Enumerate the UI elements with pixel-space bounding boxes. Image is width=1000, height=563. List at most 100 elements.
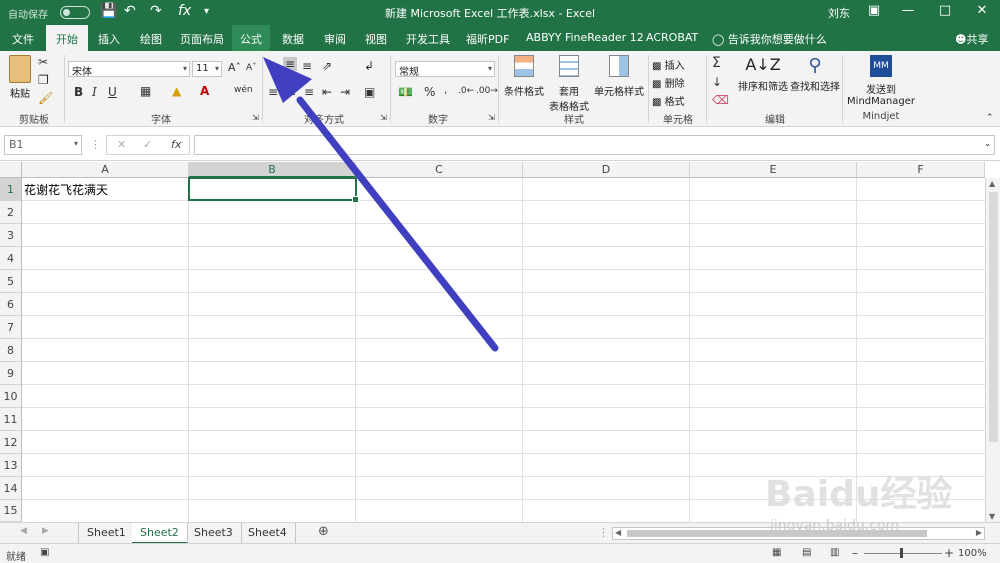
- fill-icon[interactable]: ↓: [712, 75, 722, 89]
- name-box[interactable]: B1 ▾: [4, 135, 82, 155]
- close-icon[interactable]: ✕: [972, 3, 992, 18]
- zoom-level[interactable]: 100%: [958, 548, 987, 559]
- find-select-button[interactable]: ⚲ 查找和选择: [790, 55, 840, 93]
- tab-view[interactable]: 视图: [365, 31, 387, 47]
- autosave-toggle[interactable]: [60, 6, 90, 19]
- expand-formula-icon[interactable]: ⌄: [984, 139, 991, 148]
- normal-view-icon[interactable]: ▦: [772, 547, 781, 558]
- font-name-select[interactable]: 宋体 ▾: [68, 61, 190, 78]
- decrease-decimal-icon[interactable]: .00→: [476, 86, 498, 96]
- tab-formulas[interactable]: 公式: [232, 25, 270, 51]
- scroll-up-icon[interactable]: ▲: [989, 179, 995, 188]
- cell-styles-button[interactable]: 单元格样式: [594, 55, 644, 98]
- fx-quick-button[interactable]: fx: [178, 3, 191, 19]
- next-sheet-icon[interactable]: ▶: [42, 526, 49, 536]
- add-sheet-icon[interactable]: ⊕: [318, 524, 329, 539]
- scroll-right-icon[interactable]: ▶: [976, 528, 982, 537]
- column-header-d[interactable]: D: [523, 162, 690, 178]
- zoom-out-icon[interactable]: –: [852, 546, 858, 560]
- align-top-icon[interactable]: ≡: [268, 59, 278, 73]
- column-header-b[interactable]: B: [189, 162, 356, 178]
- maximize-icon[interactable]: □: [935, 3, 955, 18]
- scroll-left-icon[interactable]: ◀: [615, 528, 621, 537]
- comma-style-icon[interactable]: ,: [444, 85, 447, 96]
- row-header-5[interactable]: 5: [0, 270, 22, 293]
- row-header-14[interactable]: 14: [0, 477, 22, 500]
- tab-abbyy[interactable]: ABBYY FineReader 12: [526, 31, 644, 44]
- currency-icon[interactable]: 💵: [398, 85, 413, 99]
- tab-draw[interactable]: 绘图: [140, 31, 162, 47]
- conditional-format-button[interactable]: 条件格式: [502, 55, 546, 98]
- format-as-table-button[interactable]: 套用 表格格式: [546, 55, 592, 113]
- wrap-text-icon[interactable]: ↲: [364, 59, 374, 73]
- collapse-ribbon-icon[interactable]: ⌃: [986, 113, 994, 123]
- row-header-11[interactable]: 11: [0, 408, 22, 431]
- phonetic-icon[interactable]: wén: [234, 85, 253, 95]
- redo-icon[interactable]: ↷: [150, 3, 162, 19]
- page-layout-view-icon[interactable]: ▤: [802, 547, 811, 558]
- copy-icon[interactable]: ❐: [38, 73, 49, 87]
- fill-color-icon[interactable]: ▲: [172, 84, 181, 98]
- page-break-view-icon[interactable]: ▥: [830, 547, 839, 558]
- tab-home[interactable]: 开始: [46, 25, 88, 51]
- enter-icon[interactable]: ✓: [143, 138, 152, 151]
- row-header-1[interactable]: 1: [0, 178, 22, 201]
- align-left-icon[interactable]: ≡: [268, 85, 278, 99]
- selected-cell-b1[interactable]: [188, 177, 359, 203]
- column-header-c[interactable]: C: [356, 162, 523, 178]
- autosum-icon[interactable]: Σ: [712, 55, 721, 71]
- orientation-icon[interactable]: ⇗: [322, 59, 332, 73]
- zoom-in-icon[interactable]: +: [944, 546, 954, 560]
- bold-button[interactable]: B: [74, 85, 83, 99]
- row-header-10[interactable]: 10: [0, 385, 22, 408]
- zoom-slider[interactable]: [864, 553, 942, 554]
- increase-font-icon[interactable]: Aˆ: [228, 61, 241, 74]
- font-dialog-launcher-icon[interactable]: ⇲: [252, 113, 259, 122]
- column-header-f[interactable]: F: [857, 162, 985, 178]
- tab-review[interactable]: 审阅: [324, 31, 346, 47]
- row-header-9[interactable]: 9: [0, 362, 22, 385]
- increase-decimal-icon[interactable]: .0←: [458, 86, 474, 96]
- number-dialog-launcher-icon[interactable]: ⇲: [488, 113, 495, 122]
- scroll-down-icon[interactable]: ▼: [989, 512, 995, 521]
- sheet-tab-2[interactable]: Sheet2: [132, 523, 188, 544]
- row-header-7[interactable]: 7: [0, 316, 22, 339]
- column-header-a[interactable]: A: [22, 162, 189, 178]
- cell-a1[interactable]: 花谢花飞花满天: [24, 181, 108, 198]
- decrease-font-icon[interactable]: Aˇ: [246, 63, 257, 73]
- tab-data[interactable]: 数据: [282, 31, 304, 47]
- vertical-scroll-thumb[interactable]: [989, 192, 998, 442]
- italic-button[interactable]: I: [92, 85, 97, 99]
- sheet-tab-1[interactable]: Sheet1: [78, 523, 135, 544]
- align-center-icon[interactable]: ≡: [286, 85, 296, 99]
- sheet-tab-3[interactable]: Sheet3: [186, 523, 242, 544]
- splitter-icon[interactable]: ⋮: [598, 526, 609, 539]
- row-header-15[interactable]: 15: [0, 500, 22, 522]
- underline-button[interactable]: U: [108, 85, 117, 99]
- align-middle-icon[interactable]: ≡: [283, 57, 298, 71]
- row-header-6[interactable]: 6: [0, 293, 22, 316]
- percent-button[interactable]: %: [424, 85, 435, 99]
- tab-insert[interactable]: 插入: [98, 31, 120, 47]
- cancel-icon[interactable]: ✕: [117, 138, 126, 151]
- cut-icon[interactable]: ✂: [38, 55, 48, 69]
- row-header-8[interactable]: 8: [0, 339, 22, 362]
- share-button[interactable]: ☻共享: [955, 31, 988, 47]
- macro-record-icon[interactable]: ▣: [40, 547, 49, 558]
- clear-icon[interactable]: ⌫: [712, 93, 729, 107]
- font-size-select[interactable]: 11 ▾: [192, 61, 222, 77]
- customize-qat-icon[interactable]: ▾: [204, 6, 209, 17]
- user-name[interactable]: 刘东: [828, 5, 850, 21]
- merge-center-icon[interactable]: ▣: [364, 85, 375, 99]
- save-icon[interactable]: 💾: [100, 3, 117, 19]
- align-right-icon[interactable]: ≡: [304, 85, 314, 99]
- send-to-mindmanager-button[interactable]: MM 发送到 MindManager: [846, 55, 916, 107]
- increase-indent-icon[interactable]: ⇥: [340, 85, 350, 99]
- select-all-corner[interactable]: [0, 162, 22, 178]
- insert-function-button[interactable]: fx: [171, 138, 181, 151]
- minimize-icon[interactable]: —: [898, 3, 918, 18]
- align-bottom-icon[interactable]: ≡: [302, 59, 312, 73]
- row-header-3[interactable]: 3: [0, 224, 22, 247]
- format-painter-icon[interactable]: 🖌: [38, 91, 53, 105]
- alignment-dialog-launcher-icon[interactable]: ⇲: [380, 113, 387, 122]
